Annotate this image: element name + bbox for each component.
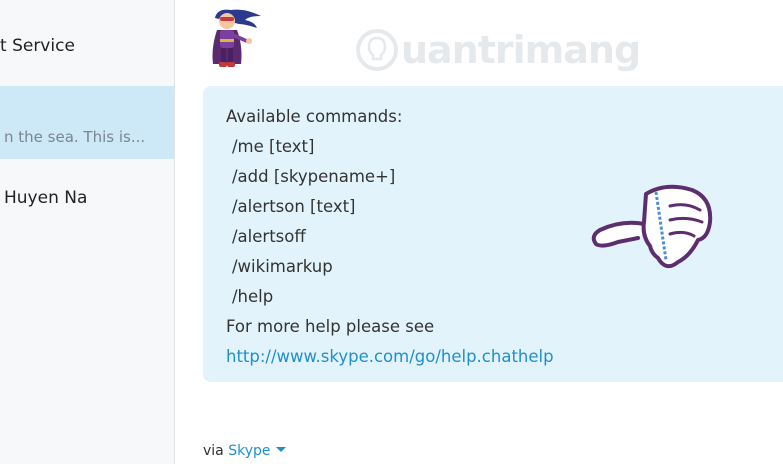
lightbulb-logo-icon [356, 29, 398, 71]
command-wikimarkup: /wikimarkup [232, 257, 333, 276]
command-me: /me [text] [232, 137, 315, 156]
contact-item-service[interactable]: t Service [0, 16, 174, 78]
more-help-text: For more help please see [226, 317, 435, 336]
superhero-avatar-icon [212, 9, 261, 67]
watermark-text: uantrimang [401, 28, 641, 72]
chat-panel: uantrimang Available commands: /me [text… [175, 0, 783, 464]
help-link[interactable]: http://www.skype.com/go/help.chathelp [226, 347, 554, 366]
watermark: uantrimang [355, 22, 655, 82]
contact-name: t Service [0, 36, 75, 56]
command-help: /help [232, 287, 274, 306]
via-footer: via Skype [203, 443, 286, 459]
contact-name: Huyen Na [4, 188, 88, 208]
commands-heading: Available commands: [226, 107, 403, 126]
dropdown-caret-icon[interactable] [275, 447, 286, 452]
thumbs-down-emoticon-icon [591, 184, 713, 269]
message-body: Available commands: /me [text] /add [sky… [226, 102, 554, 372]
contact-list: t Service n the sea. This is... Huyen Na [0, 0, 175, 464]
contact-item-selected[interactable]: n the sea. This is... [0, 86, 174, 159]
contact-item-huyen-na[interactable]: Huyen Na [0, 176, 174, 238]
message-bubble: Available commands: /me [text] /add [sky… [203, 86, 783, 382]
command-alertson: /alertson [text] [232, 197, 356, 216]
command-add: /add [skypename+] [232, 167, 396, 186]
command-alertsoff: /alertsoff [232, 227, 306, 246]
via-label: via [203, 443, 224, 459]
via-skype-link[interactable]: Skype [228, 443, 286, 459]
contact-message-preview: n the sea. This is... [4, 128, 146, 146]
via-app-name: Skype [228, 443, 271, 459]
